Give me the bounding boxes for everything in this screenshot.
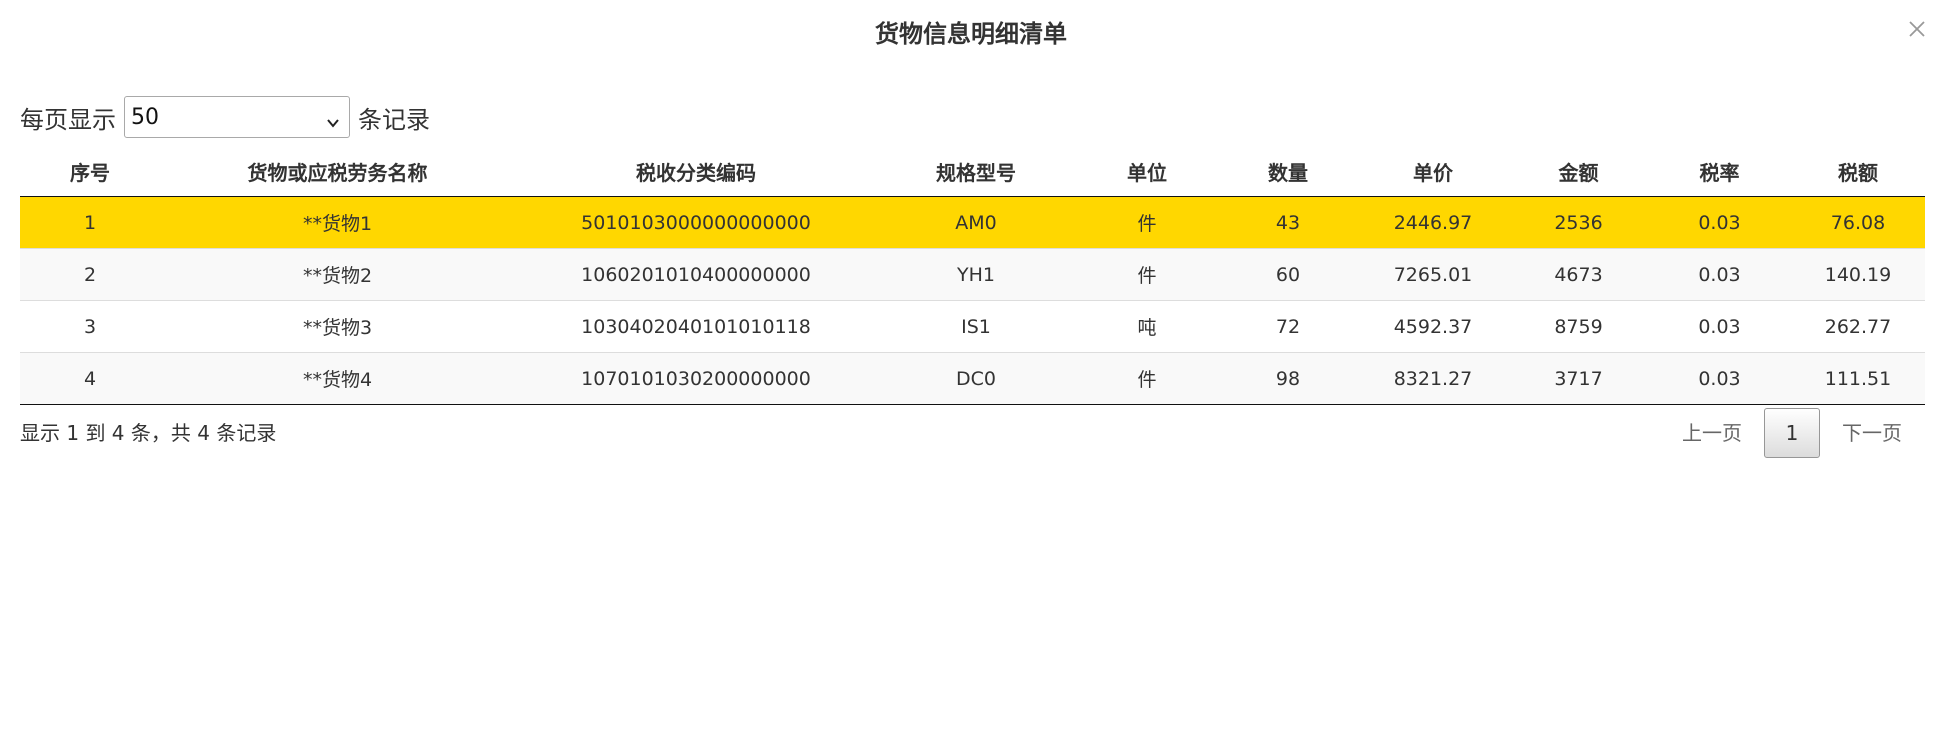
table-cell: 件 <box>1075 248 1219 301</box>
table-cell: 1060201010400000000 <box>515 248 877 301</box>
table-cell: 1 <box>20 196 160 249</box>
table-cell: 3 <box>20 300 160 353</box>
table-cell: 3717 <box>1509 352 1648 405</box>
table-cell: 4 <box>20 352 160 405</box>
table-cell: 0.03 <box>1648 352 1791 405</box>
table-cell: 0.03 <box>1648 248 1791 301</box>
page-length-select[interactable]: 50 <box>124 96 350 138</box>
close-icon <box>1908 20 1926 38</box>
page-length-value: 50 <box>131 104 159 130</box>
table-cell: 8759 <box>1509 300 1648 353</box>
table-cell: 2 <box>20 248 160 301</box>
table-cell: 件 <box>1075 196 1219 249</box>
next-page-button[interactable]: 下一页 <box>1820 408 1924 458</box>
column-header[interactable]: 税率 <box>1648 146 1791 197</box>
column-header[interactable]: 单价 <box>1357 146 1509 197</box>
table-cell: 4592.37 <box>1357 300 1509 353</box>
table-header-row: 序号 货物或应税劳务名称 税收分类编码 规格型号 单位 数量 单价 金额 税率 税额 <box>20 146 1925 197</box>
chevron-down-icon <box>325 109 341 137</box>
table-cell: 72 <box>1219 300 1357 353</box>
column-header[interactable]: 金额 <box>1509 146 1648 197</box>
table-row[interactable]: 3 **货物3 1030402040101010118 IS1 吨 72 4592.37 87… <box>20 300 1925 353</box>
goods-detail-dialog: 货物信息明细清单 每页显示 50 条记录 序号 货物或应税劳务名称 税收分类编码… <box>0 0 1942 752</box>
table-cell: 件 <box>1075 352 1219 405</box>
table-cell: 60 <box>1219 248 1357 301</box>
column-header[interactable]: 数量 <box>1219 146 1357 197</box>
column-header[interactable]: 货物或应税劳务名称 <box>160 146 515 197</box>
column-header[interactable]: 单位 <box>1075 146 1219 197</box>
table-cell: 0.03 <box>1648 196 1791 249</box>
table-cell: **货物4 <box>160 352 515 405</box>
column-header[interactable]: 税收分类编码 <box>515 146 877 197</box>
table-cell: **货物1 <box>160 196 515 249</box>
table-cell: 7265.01 <box>1357 248 1509 301</box>
table-cell: **货物2 <box>160 248 515 301</box>
table-cell: 262.77 <box>1791 300 1925 353</box>
table-cell: 0.03 <box>1648 300 1791 353</box>
table-cell: 76.08 <box>1791 196 1925 249</box>
goods-table-container: 序号 货物或应税劳务名称 税收分类编码 规格型号 单位 数量 单价 金额 税率 税额 1 **货物1… <box>20 146 1925 405</box>
column-header[interactable]: 规格型号 <box>877 146 1075 197</box>
page-length-prefix: 每页显示 <box>20 105 116 134</box>
table-row[interactable]: 1 **货物1 5010103000000000000 AM0 件 43 2446.97 25… <box>20 196 1925 249</box>
table-body: 1 **货物1 5010103000000000000 AM0 件 43 2446.97 25… <box>20 196 1925 405</box>
page-length-control: 每页显示 50 条记录 <box>20 96 430 138</box>
table-cell: IS1 <box>877 300 1075 353</box>
table-cell: AM0 <box>877 196 1075 249</box>
dialog-title: 货物信息明细清单 <box>875 20 1067 48</box>
table-cell: 5010103000000000000 <box>515 196 877 249</box>
table-cell: 140.19 <box>1791 248 1925 301</box>
table-info: 显示 1 到 4 条，共 4 条记录 <box>20 421 277 445</box>
table-cell: 1030402040101010118 <box>515 300 877 353</box>
table-cell: 2536 <box>1509 196 1648 249</box>
table-cell: 43 <box>1219 196 1357 249</box>
column-header[interactable]: 税额 <box>1791 146 1925 197</box>
table-row[interactable]: 4 **货物4 1070101030200000000 DC0 件 98 8321.27 37… <box>20 352 1925 405</box>
table-row[interactable]: 2 **货物2 1060201010400000000 YH1 件 60 7265.01 46… <box>20 248 1925 301</box>
table-cell: YH1 <box>877 248 1075 301</box>
table-cell: 2446.97 <box>1357 196 1509 249</box>
pagination: 上一页 1 下一页 <box>1660 408 1924 458</box>
table-cell: 4673 <box>1509 248 1648 301</box>
prev-page-button[interactable]: 上一页 <box>1660 408 1764 458</box>
table-cell: **货物3 <box>160 300 515 353</box>
goods-table: 序号 货物或应税劳务名称 税收分类编码 规格型号 单位 数量 单价 金额 税率 税额 1 **货物1… <box>20 146 1925 405</box>
table-cell: 吨 <box>1075 300 1219 353</box>
page-button-current[interactable]: 1 <box>1764 408 1820 458</box>
column-header[interactable]: 序号 <box>20 146 160 197</box>
page-length-suffix: 条记录 <box>358 105 430 134</box>
table-cell: 8321.27 <box>1357 352 1509 405</box>
close-button[interactable] <box>1902 14 1932 44</box>
table-cell: DC0 <box>877 352 1075 405</box>
table-cell: 98 <box>1219 352 1357 405</box>
table-cell: 1070101030200000000 <box>515 352 877 405</box>
table-cell: 111.51 <box>1791 352 1925 405</box>
